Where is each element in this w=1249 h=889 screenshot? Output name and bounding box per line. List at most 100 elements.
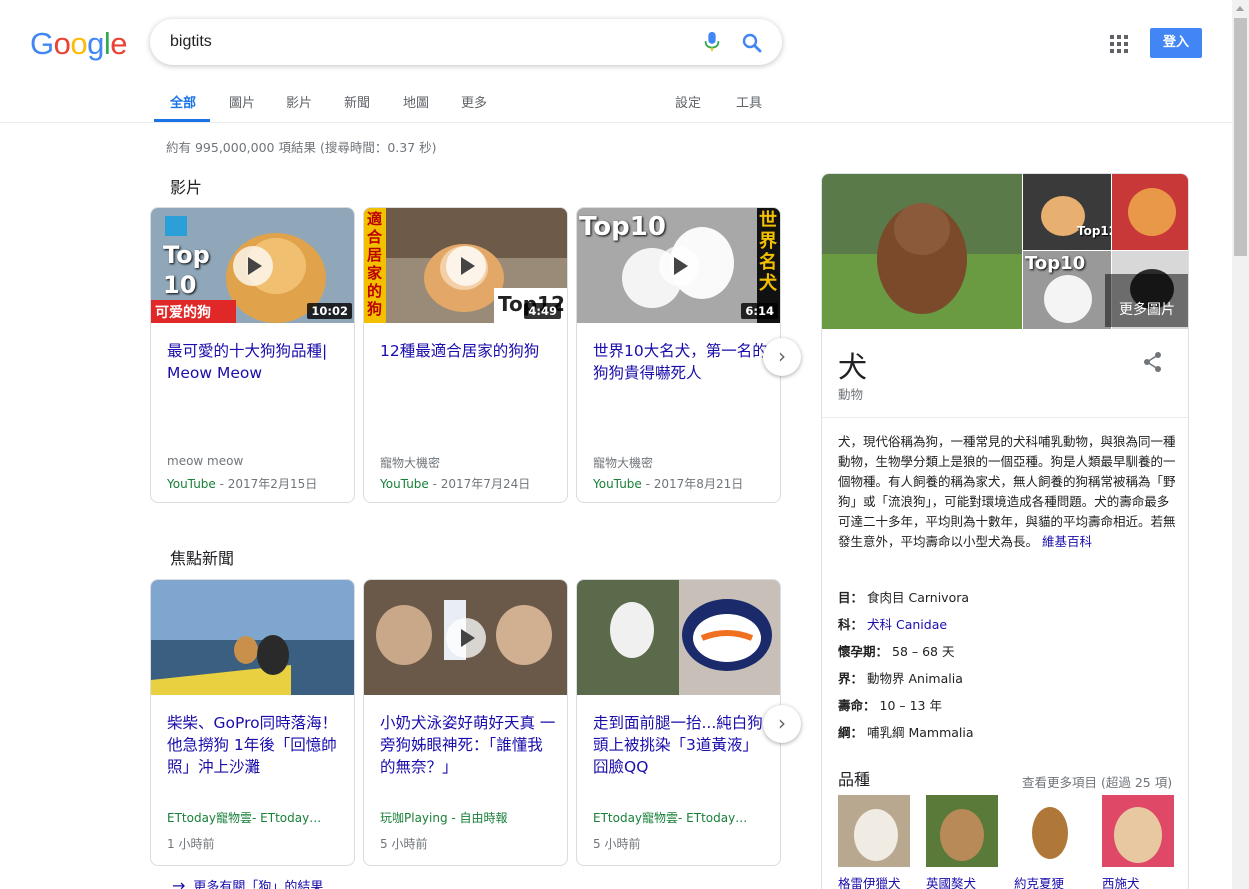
- search-box: [150, 19, 782, 65]
- breed-item[interactable]: 約克夏㹴: [1014, 795, 1086, 889]
- scrollbar-thumb[interactable]: [1234, 18, 1247, 256]
- fact-lifespan: 壽命： 10 – 13 年: [838, 695, 942, 714]
- knowledge-main-image[interactable]: [822, 174, 1022, 329]
- result-stats: 約有 995,000,000 項結果 (搜尋時間：0.37 秒): [166, 140, 437, 155]
- news-time: 5 小時前: [380, 837, 428, 851]
- news-source: ETtoday寵物雲- ETtoday…: [593, 811, 748, 825]
- tab-settings[interactable]: 設定: [675, 92, 701, 111]
- breed-image[interactable]: [1014, 795, 1086, 867]
- news-card[interactable]: 柴柴、GoPro同時落海！他急撈狗 1年後「回憶帥照」沖上沙灘 ETtoday寵…: [150, 579, 355, 866]
- logo-letter: e: [110, 26, 128, 61]
- scroll-up-arrow-icon[interactable]: [1236, 6, 1244, 11]
- signin-button[interactable]: 登入: [1150, 28, 1202, 58]
- description-text: 犬，現代俗稱為狗，一種常見的犬科哺乳動物，與狼為同一種動物，生物學分類上是狼的一…: [838, 434, 1176, 549]
- video-thumbnail[interactable]: Top 10 可爱的狗 10:02: [151, 208, 354, 323]
- knowledge-image[interactable]: Top10: [1023, 251, 1111, 329]
- fact-label: 科：: [838, 617, 864, 632]
- more-images-button[interactable]: 更多圖片: [1105, 274, 1188, 327]
- video-card[interactable]: 適合居家的狗 Top12 4:49 12種最適合居家的狗狗 寵物大機密 YouT…: [363, 207, 568, 503]
- video-thumbnail[interactable]: 適合居家的狗 Top12 4:49: [364, 208, 567, 323]
- video-card[interactable]: Top 10 可爱的狗 10:02 最可愛的十大狗狗品種| Meow Meow …: [150, 207, 355, 503]
- active-tab-indicator: [154, 119, 210, 122]
- search-results-page: Google 登入 全部 圖片 影片 新聞 地圖 更多 設定 工具: [0, 0, 1249, 889]
- news-next-button[interactable]: ›: [763, 705, 801, 743]
- breeds-heading: 品種: [838, 770, 871, 789]
- news-card[interactable]: 小奶犬泳姿好萌好天真 一旁狗姊眼神死：「誰懂我的無奈？」 玩咖Playing -…: [363, 579, 568, 866]
- news-time: 5 小時前: [593, 837, 641, 851]
- thumb-overlay-text: Top 10: [163, 241, 210, 299]
- video-meta: YouTube - 2017年2月15日: [167, 475, 317, 492]
- tab-tools[interactable]: 工具: [736, 92, 762, 111]
- breed-item[interactable]: 英國獒犬: [926, 795, 998, 889]
- fact-value[interactable]: 犬科 Canidae: [867, 617, 947, 632]
- thumb-overlay-text: 適合居家的狗: [367, 210, 383, 318]
- video-date: - 2017年8月21日: [645, 477, 744, 491]
- video-title[interactable]: 12種最適合居家的狗狗: [380, 340, 556, 362]
- search-input[interactable]: [170, 31, 690, 53]
- tab-news[interactable]: 新聞: [344, 92, 370, 111]
- video-channel: 寵物大機密: [593, 456, 654, 470]
- video-title[interactable]: 世界10大名犬，第一名的狗狗貴得嚇死人: [593, 340, 769, 384]
- video-channel: meow meow: [167, 454, 244, 468]
- news-title[interactable]: 走到面前腿一抬...純白狗頭上被挑染「3道黃液」囧臉QQ: [593, 712, 769, 778]
- video-channel: 寵物大機密: [380, 456, 441, 470]
- news-thumbnail[interactable]: [577, 580, 780, 695]
- play-icon: [446, 618, 486, 658]
- video-platform: YouTube: [380, 477, 429, 491]
- news-thumbnail[interactable]: [151, 580, 354, 695]
- breeds-more-link[interactable]: 查看更多項目 (超過 25 項): [1022, 772, 1172, 791]
- more-news-link[interactable]: → 更多有關「狗」的結果: [172, 876, 323, 889]
- google-logo[interactable]: Google: [30, 26, 128, 62]
- videos-heading: 影片: [170, 178, 203, 197]
- search-tabs: 全部 圖片 影片 新聞 地圖 更多 設定 工具: [0, 90, 1232, 123]
- videos-next-button[interactable]: ›: [763, 338, 801, 376]
- tab-all[interactable]: 全部: [170, 92, 196, 111]
- logo-letter: o: [53, 26, 71, 61]
- news-time: 1 小時前: [167, 837, 215, 851]
- video-platform: YouTube: [593, 477, 642, 491]
- video-thumbnail[interactable]: Top10 世界名犬 6:14: [577, 208, 780, 323]
- video-duration: 10:02: [307, 303, 352, 319]
- breed-image[interactable]: [926, 795, 998, 867]
- thumb-caption: 可爱的狗: [155, 305, 211, 321]
- tab-maps[interactable]: 地圖: [403, 92, 429, 111]
- tab-images[interactable]: 圖片: [229, 92, 255, 111]
- breed-name[interactable]: 英國獒犬: [926, 873, 998, 889]
- breed-image[interactable]: [838, 795, 910, 867]
- tab-videos[interactable]: 影片: [286, 92, 312, 111]
- video-platform: YouTube: [167, 477, 216, 491]
- logo-letter: g: [87, 26, 104, 61]
- fact-value: 10 – 13 年: [879, 698, 942, 713]
- news-thumbnail[interactable]: [364, 580, 567, 695]
- thumb-caption: Top10: [1025, 253, 1086, 274]
- fact-class: 綱： 哺乳綱 Mammalia: [838, 722, 974, 741]
- breed-name[interactable]: 格雷伊獵犬: [838, 873, 910, 889]
- tab-more[interactable]: 更多: [461, 92, 487, 111]
- video-card[interactable]: Top10 世界名犬 6:14 世界10大名犬，第一名的狗狗貴得嚇死人 寵物大機…: [576, 207, 781, 503]
- knowledge-panel: Top12 Top10 更多圖片 犬 動物 犬，現代俗稱為狗，一種常見的犬科哺乳…: [821, 173, 1189, 889]
- news-source: 玩咖Playing - 自由時報: [380, 811, 508, 825]
- news-title[interactable]: 柴柴、GoPro同時落海！他急撈狗 1年後「回憶帥照」沖上沙灘: [167, 712, 343, 778]
- news-title[interactable]: 小奶犬泳姿好萌好天真 一旁狗姊眼神死：「誰懂我的無奈？」: [380, 712, 556, 778]
- news-card[interactable]: 走到面前腿一抬...純白狗頭上被挑染「3道黃液」囧臉QQ ETtoday寵物雲-…: [576, 579, 781, 866]
- breed-item[interactable]: 西施犬: [1102, 795, 1174, 889]
- video-title[interactable]: 最可愛的十大狗狗品種| Meow Meow: [167, 340, 343, 384]
- share-icon[interactable]: [1142, 351, 1164, 373]
- breed-name[interactable]: 約克夏㹴: [1014, 873, 1086, 889]
- knowledge-image[interactable]: Top12: [1023, 174, 1111, 250]
- breed-name[interactable]: 西施犬: [1102, 873, 1174, 889]
- fact-value: 動物界 Animalia: [867, 671, 963, 686]
- video-date: - 2017年7月24日: [432, 477, 531, 491]
- microphone-icon[interactable]: [702, 31, 722, 53]
- apps-grid-icon[interactable]: [1110, 35, 1128, 53]
- video-date: - 2017年2月15日: [219, 477, 318, 491]
- knowledge-image[interactable]: [1112, 174, 1188, 250]
- play-icon: [446, 246, 486, 286]
- logo-letter: o: [70, 26, 88, 61]
- breed-image[interactable]: [1102, 795, 1174, 867]
- fact-value: 58 – 68 天: [892, 644, 955, 659]
- logo-letter: G: [30, 26, 54, 61]
- search-icon[interactable]: [740, 31, 764, 55]
- breed-item[interactable]: 格雷伊獵犬: [838, 795, 910, 889]
- wikipedia-link[interactable]: 維基百科: [1042, 534, 1092, 549]
